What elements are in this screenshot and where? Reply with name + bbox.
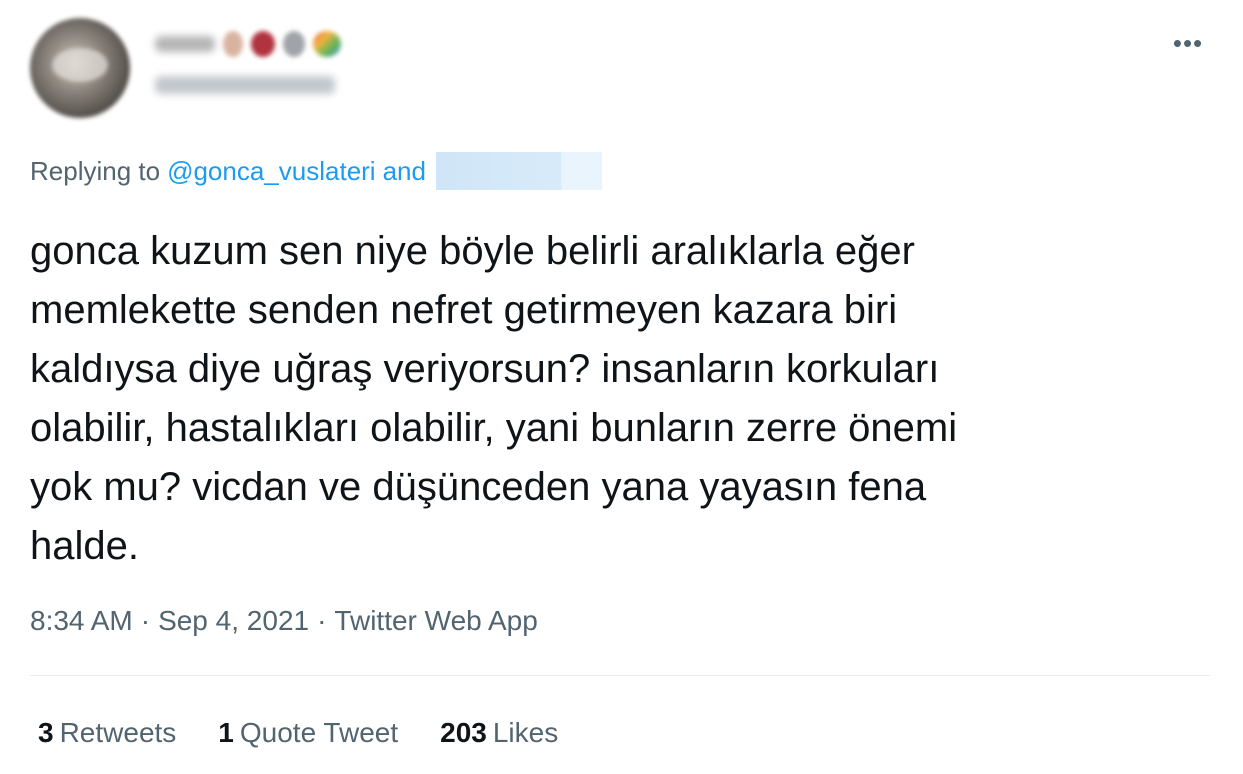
engagement-stats: 3 Retweets 1 Quote Tweet 203 Likes (38, 713, 600, 753)
retweets-count: 3 (38, 717, 54, 748)
retweets-stat[interactable]: 3 Retweets (38, 717, 176, 749)
replying-to-label: Replying to (30, 155, 161, 186)
heart-emoji-icon (251, 31, 275, 57)
quote-tweets-count: 1 (218, 717, 234, 748)
more-options-button[interactable]: ••• (1168, 26, 1208, 60)
redacted-mention (435, 152, 602, 190)
likes-count: 203 (440, 717, 487, 748)
rainbow-emoji-icon (313, 31, 341, 57)
quote-tweets-stat[interactable]: 1 Quote Tweet (218, 717, 398, 749)
replying-to-line: Replying to @gonca_vuslateri and (30, 152, 602, 190)
reply-mention-link[interactable]: @gonca_vuslateri (167, 156, 376, 187)
likes-stat[interactable]: 203 Likes (440, 717, 558, 749)
tweet-date-link[interactable]: Sep 4, 2021 (158, 605, 309, 637)
user-handle[interactable] (155, 76, 335, 94)
reply-conjunction[interactable]: and (383, 156, 426, 187)
victory-emoji-icon (283, 31, 305, 57)
divider (30, 675, 1210, 676)
quote-tweets-label: Quote Tweet (239, 717, 399, 748)
blurred-handle (155, 76, 335, 94)
avatar[interactable] (30, 18, 130, 118)
likes-label: Likes (492, 717, 559, 748)
tweet-card: ••• Replying to @gonca_vuslateri and gon… (0, 0, 1243, 774)
blurred-display-name (155, 36, 215, 52)
display-name[interactable] (155, 26, 341, 62)
retweets-label: Retweets (59, 717, 177, 748)
tweet-text: gonca kuzum sen niye böyle belirli aralı… (30, 229, 958, 568)
more-horizontal-icon: ••• (1172, 28, 1204, 58)
meta-separator: · (140, 605, 151, 636)
tweet-source: Twitter Web App (334, 605, 538, 636)
tweet-meta: 8:34 AM · Sep 4, 2021 · Twitter Web App (30, 603, 538, 639)
tweet-time-link[interactable]: 8:34 AM (30, 605, 133, 637)
meta-separator: · (317, 605, 327, 636)
rose-emoji-icon (223, 31, 243, 57)
